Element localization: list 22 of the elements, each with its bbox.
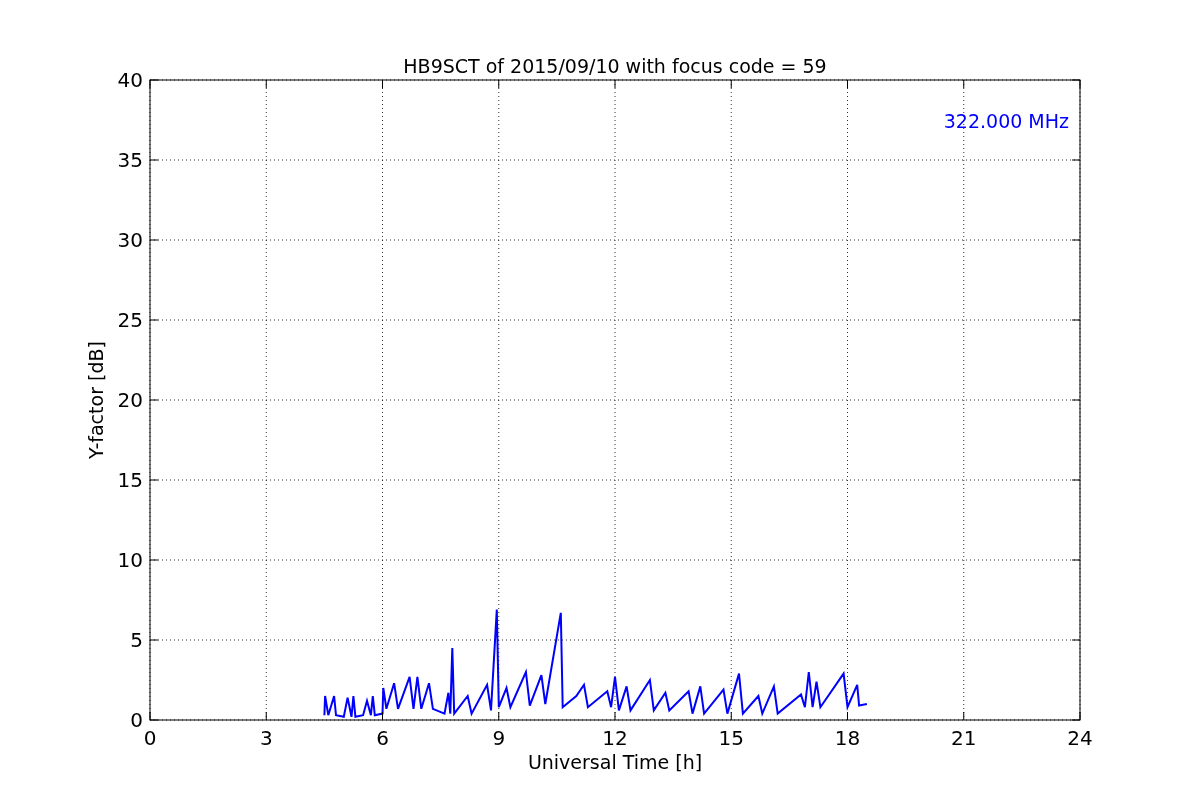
x-tick-label: 24 <box>1067 726 1093 750</box>
x-tick-label: 9 <box>492 726 506 750</box>
y-tick-label: 35 <box>117 148 143 172</box>
y-axis-label: Y-factor [dB] <box>85 341 107 459</box>
legend-label: 322.000 MHz <box>943 110 1069 132</box>
y-tick-label: 25 <box>117 308 143 332</box>
y-tick-label: 15 <box>117 468 143 492</box>
chart-title: HB9SCT of 2015/09/10 with focus code = 59 <box>403 55 827 77</box>
x-axis-label: Universal Time [h] <box>527 751 703 773</box>
y-tick-label: 40 <box>117 68 143 92</box>
x-tick-label: 3 <box>259 726 273 750</box>
x-tick-label: 6 <box>376 726 389 750</box>
x-tick-label: 15 <box>718 726 744 750</box>
y-tick-label: 10 <box>117 548 143 572</box>
x-tick-label: 0 <box>143 726 157 750</box>
y-tick-label: 30 <box>117 228 143 252</box>
y-tick-label: 0 <box>130 708 143 732</box>
x-tick-label: 18 <box>834 726 861 750</box>
y-tick-label: 5 <box>130 628 143 652</box>
x-tick-label: 21 <box>951 726 977 750</box>
x-tick-label: 12 <box>602 726 628 750</box>
y-tick-label: 20 <box>117 388 143 412</box>
